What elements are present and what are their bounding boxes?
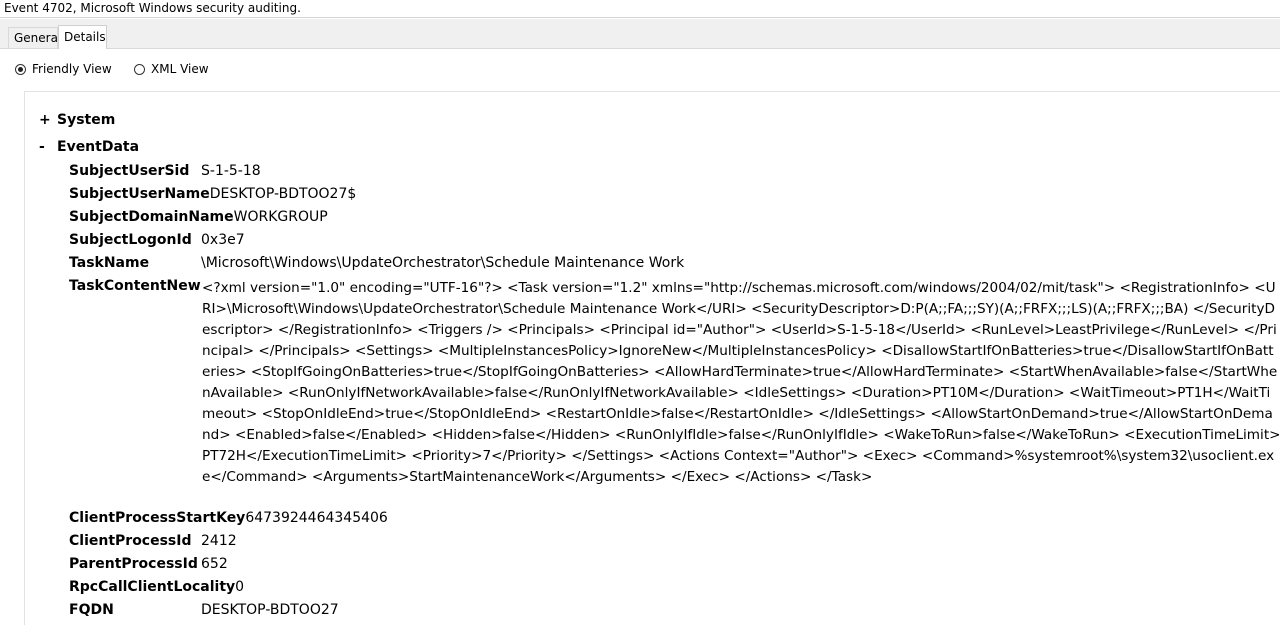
friendly-view-radio[interactable]: Friendly View: [15, 62, 112, 76]
field-parent-process-id: ParentProcessId 652: [69, 556, 228, 572]
xml-view-label: XML View: [151, 62, 209, 76]
tab-details[interactable]: Details: [58, 25, 107, 49]
field-name: SubjectDomainName: [69, 209, 234, 225]
field-value: 0: [235, 579, 245, 595]
friendly-view-label: Friendly View: [32, 62, 112, 76]
field-value: 652: [201, 556, 228, 572]
view-mode-bar: Friendly View XML View: [0, 49, 1280, 91]
collapse-icon[interactable]: -: [39, 139, 57, 155]
tab-strip: General Details: [0, 19, 1280, 49]
field-value: S-1-5-18: [201, 163, 261, 179]
tree-node-system-label: System: [57, 112, 116, 128]
expand-icon[interactable]: +: [39, 112, 57, 128]
tree-node-eventdata-label: EventData: [57, 139, 140, 155]
details-panel: Friendly View XML View + System - EventDat…: [0, 48, 1280, 625]
tree-node-system[interactable]: + System: [39, 112, 115, 128]
field-name: SubjectLogonId: [69, 232, 192, 248]
field-value: 2412: [201, 533, 237, 549]
field-name: SubjectUserSid: [69, 163, 190, 179]
field-name: ClientProcessStartKey: [69, 510, 246, 526]
field-name: TaskName: [69, 255, 150, 271]
radio-unchecked-icon[interactable]: [134, 63, 145, 75]
field-value: DESKTOP-BDTOO27$: [209, 186, 357, 202]
field-task-content-new-name: TaskContentNew: [69, 278, 201, 294]
field-name: ParentProcessId: [69, 556, 198, 572]
field-value: \Microsoft\Windows\UpdateOrchestrator\Sc…: [201, 255, 685, 271]
field-subject-domain-name: SubjectDomainNameWORKGROUP: [69, 209, 328, 225]
field-subject-user-sid: SubjectUserSid S-1-5-18: [69, 163, 261, 179]
field-name: RpcCallClientLocality: [69, 579, 236, 595]
field-value: WORKGROUP: [233, 209, 328, 225]
field-task-content-new-value: <?xml version="1.0" encoding="UTF-16"?> …: [202, 280, 1280, 485]
field-name: SubjectUserName: [69, 186, 210, 202]
field-rpc-call-client-locality: RpcCallClientLocality0: [69, 579, 244, 595]
tree-node-eventdata[interactable]: - EventData: [39, 139, 139, 155]
field-client-process-start-key: ClientProcessStartKey6473924464345406: [69, 510, 388, 526]
field-value: 0x3e7: [201, 232, 245, 248]
field-subject-user-name: SubjectUserNameDESKTOP-BDTOO27$: [69, 186, 356, 202]
field-subject-logon-id: SubjectLogonId 0x3e7: [69, 232, 245, 248]
radio-checked-icon[interactable]: [15, 63, 26, 75]
field-name: ClientProcessId: [69, 533, 192, 549]
field-task-name: TaskName \Microsoft\Windows\UpdateOrchest…: [69, 255, 684, 271]
window-title: Event 4702, Microsoft Windows security a…: [0, 0, 1280, 18]
tab-general[interactable]: General: [8, 27, 61, 48]
field-name: FQDN: [69, 602, 114, 618]
field-fqdn: FQDN DESKTOP-BDTOO27: [69, 602, 339, 618]
field-value: DESKTOP-BDTOO27: [201, 602, 339, 618]
event-data-view[interactable]: + System - EventData SubjectUserSid S-1-5-1…: [24, 91, 1280, 625]
xml-view-radio[interactable]: XML View: [134, 62, 209, 76]
field-value: 6473924464345406: [245, 510, 388, 526]
field-client-process-id: ClientProcessId 2412: [69, 533, 237, 549]
